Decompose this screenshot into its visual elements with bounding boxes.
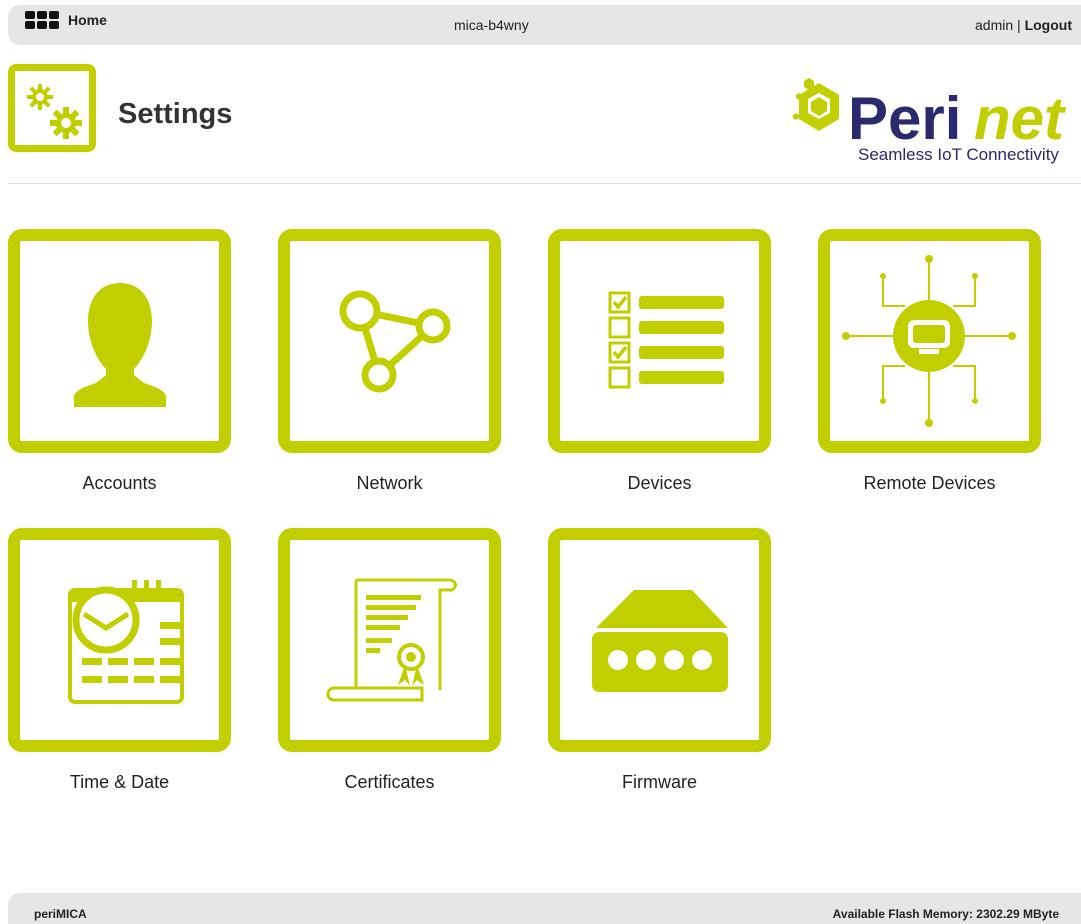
accounts-frame xyxy=(8,229,231,453)
tile-label-time-date: Time & Date xyxy=(69,772,170,792)
time-date-frame xyxy=(8,528,231,752)
tile-accounts[interactable]: Accounts xyxy=(8,229,231,493)
top-bar: Home mica-b4wny admin | Logout xyxy=(8,5,1081,45)
tile-label-remote-devices: Remote Devices xyxy=(863,473,996,493)
svg-text:net: net xyxy=(974,85,1067,152)
tile-devices[interactable]: Devices xyxy=(548,229,771,493)
svg-text:Peri: Peri xyxy=(848,85,961,152)
user-separator: | xyxy=(1017,17,1021,33)
username: admin xyxy=(975,17,1014,33)
tile-label-network: Network xyxy=(356,473,423,493)
tile-certificates[interactable]: Certificates xyxy=(278,528,501,792)
remote-hub-icon xyxy=(842,255,1016,427)
hostname: mica-b4wny xyxy=(454,17,529,33)
network-nodes-icon xyxy=(339,290,451,393)
tile-network[interactable]: Network xyxy=(278,229,501,493)
flash-memory-status: Available Flash Memory: 2302.29 MByte xyxy=(832,907,1059,921)
user-silhouette-icon xyxy=(74,283,166,407)
page-title: Settings xyxy=(118,98,233,130)
header-divider xyxy=(8,183,1081,184)
footer-bar: periMICA Available Flash Memory: 2302.29… xyxy=(8,893,1081,924)
devices-frame xyxy=(548,229,771,453)
certificate-icon xyxy=(326,578,457,702)
perinet-logo: Peri net Seamless IoT Connectivity xyxy=(788,61,1078,169)
tile-label-certificates: Certificates xyxy=(344,772,435,792)
settings-gears-icon xyxy=(8,64,96,152)
logout-link[interactable]: Logout xyxy=(1025,17,1072,33)
tile-remote-devices[interactable]: Remote Devices xyxy=(818,229,1041,493)
network-frame xyxy=(278,229,501,453)
user-area: admin | Logout xyxy=(975,17,1072,33)
apps-grid-icon xyxy=(25,11,59,29)
tile-label-devices: Devices xyxy=(627,473,692,493)
tile-time-date[interactable]: Time & Date xyxy=(8,528,231,792)
firmware-frame xyxy=(548,528,771,752)
tile-label-accounts: Accounts xyxy=(82,473,157,493)
product-name: periMICA xyxy=(34,907,87,921)
logo-tagline: Seamless IoT Connectivity xyxy=(858,145,1059,164)
tile-label-firmware: Firmware xyxy=(622,772,697,792)
home-label: Home xyxy=(68,12,107,28)
hardware-device-icon xyxy=(592,590,728,692)
calendar-clock-icon xyxy=(68,580,184,704)
tile-firmware[interactable]: Firmware xyxy=(548,528,771,792)
home-link[interactable]: Home xyxy=(25,11,107,29)
remote-devices-frame xyxy=(818,229,1041,453)
certificates-frame xyxy=(278,528,501,752)
checklist-icon xyxy=(608,291,724,389)
